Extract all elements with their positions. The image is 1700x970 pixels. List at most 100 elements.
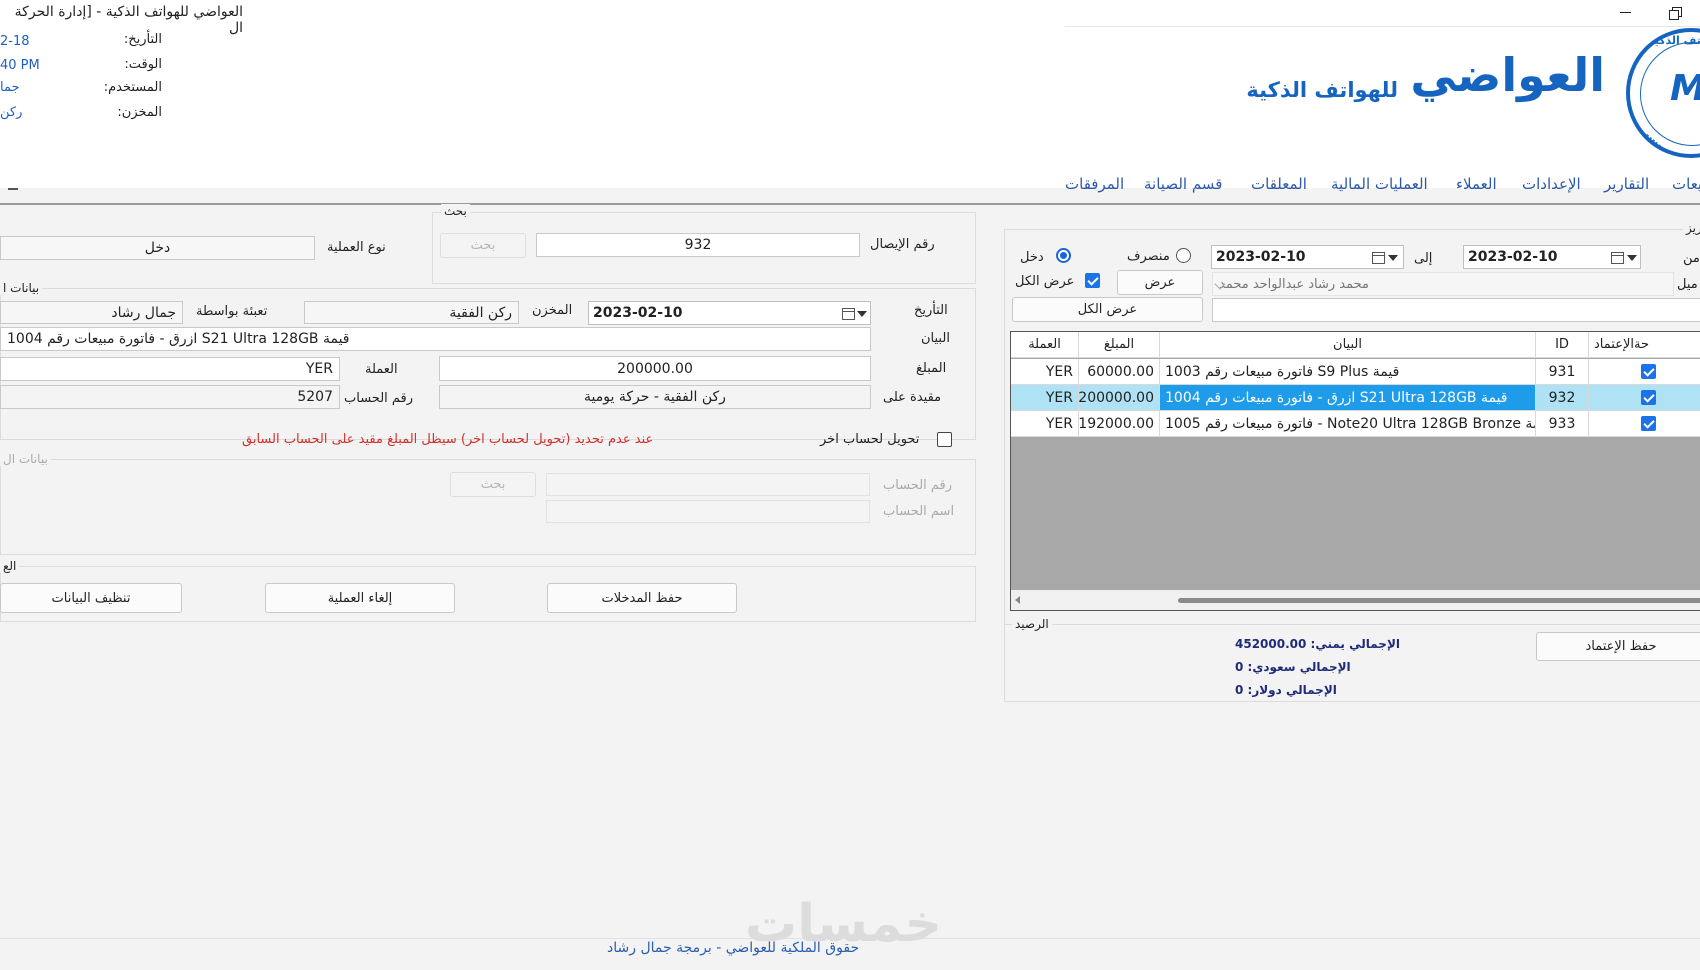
income-label: دخل: [1020, 250, 1044, 265]
ops-caption: الع: [0, 559, 20, 573]
chevron-down-icon: [1627, 255, 1637, 261]
store-label: المخزن: [532, 303, 573, 318]
id-cell[interactable]: 933: [1536, 411, 1589, 437]
id-cell[interactable]: 931: [1536, 359, 1589, 385]
header-amount[interactable]: المبلغ: [1079, 332, 1160, 358]
credited-to-label: مقيدة على: [883, 390, 942, 405]
info-store-value: ركن: [0, 105, 23, 120]
brand-name: العواضي: [1410, 48, 1605, 102]
menu-item-attachments[interactable]: المرفقات: [1065, 175, 1124, 193]
menu-item-reports[interactable]: التقارير: [1604, 175, 1649, 193]
logo-center: M: [1670, 68, 1700, 109]
account-no-field[interactable]: 5207: [0, 385, 340, 409]
data-caption: بيانات ا: [0, 281, 43, 295]
header-id[interactable]: ID: [1536, 332, 1589, 358]
search-button[interactable]: بحث: [440, 233, 526, 258]
search-field[interactable]: [1212, 298, 1700, 322]
save-approval-button[interactable]: حفظ الإعتماد: [1536, 632, 1700, 661]
filled-by-field[interactable]: جمال رشاد: [0, 301, 183, 324]
customer-field[interactable]: محمد رشاد عبدالواحد محمد: [1212, 272, 1674, 296]
calendar-icon: [842, 308, 855, 320]
other-account-name-field[interactable]: [546, 500, 870, 523]
show-all-button[interactable]: عرض الكل: [1012, 297, 1203, 322]
amount-cell[interactable]: 192000.00: [1079, 411, 1160, 437]
customer-label: ميل: [1677, 277, 1698, 292]
header-approve[interactable]: حةالإعتماد: [1589, 332, 1700, 358]
menu-item-settings[interactable]: الإعدادات: [1522, 175, 1581, 193]
show-button[interactable]: عرض: [1117, 270, 1203, 295]
from-date-picker[interactable]: 2023-02-10: [1463, 245, 1641, 269]
info-date-label: التأريخ:: [123, 32, 162, 47]
id-cell[interactable]: 932: [1536, 385, 1589, 411]
statement-cell[interactable]: قيمة Note20 Ultra 128GB Bronze - فاتورة …: [1160, 411, 1536, 437]
transfer-label: تحويل لحساب اخر: [820, 432, 920, 447]
show-all-checkbox[interactable]: [1085, 273, 1100, 288]
account-no-label: رقم الحساب: [344, 391, 414, 406]
restore-icon[interactable]: [1666, 4, 1686, 22]
amount-cell[interactable]: 200000.00: [1079, 385, 1160, 411]
date-value: 2023-02-10: [593, 305, 683, 321]
date-label: التأريخ: [914, 303, 948, 318]
info-date-value: 2-18: [0, 34, 30, 49]
info-time-label: الوقت:: [124, 57, 162, 72]
transfer-checkbox[interactable]: [937, 432, 952, 447]
chevron-down-icon: [1388, 255, 1398, 261]
approve-checkbox[interactable]: [1641, 416, 1656, 431]
clear-button[interactable]: تنظيف البيانات: [0, 583, 182, 613]
currency-cell[interactable]: YER: [1011, 411, 1079, 437]
expense-radio[interactable]: [1176, 248, 1191, 263]
statement-cell[interactable]: قيمة S9 Plus فاتورة مبيعات رقم 1003: [1160, 359, 1536, 385]
other-search-button[interactable]: بحث: [450, 472, 536, 497]
approve-cell[interactable]: [1589, 411, 1700, 437]
header-currency[interactable]: العملة: [1011, 332, 1079, 358]
receipt-input[interactable]: 932: [536, 233, 860, 257]
credited-to-field[interactable]: ركن الفقية - حركة يومية: [439, 385, 871, 409]
header-statement[interactable]: البيان: [1160, 332, 1536, 358]
currency-cell[interactable]: YER: [1011, 385, 1079, 411]
approve-cell[interactable]: [1589, 385, 1700, 411]
op-type-field[interactable]: دخل: [0, 236, 315, 260]
search-caption: بحث: [441, 204, 470, 218]
from-date-value: 2023-02-10: [1468, 249, 1558, 265]
footer-copyright[interactable]: حقوق الملكية للعواضي - برمجة جمال رشاد: [607, 940, 859, 956]
approve-checkbox[interactable]: [1641, 364, 1656, 379]
approve-checkbox[interactable]: [1641, 390, 1656, 405]
scrollbar-thumb[interactable]: [1178, 598, 1700, 603]
scroll-left-icon[interactable]: [1015, 596, 1020, 604]
horizontal-scrollbar[interactable]: [1011, 590, 1700, 610]
menu-item-sales[interactable]: يعات: [1672, 175, 1700, 193]
customer-value: محمد رشاد عبدالواحد محمد: [1219, 276, 1369, 292]
income-radio[interactable]: [1056, 248, 1071, 263]
op-type-label: نوع العملية: [327, 240, 386, 255]
to-date-picker[interactable]: 2023-02-10: [1211, 245, 1404, 269]
approve-cell[interactable]: [1589, 359, 1700, 385]
menu-item-financial[interactable]: العمليات المالية: [1331, 175, 1428, 193]
statement-cell[interactable]: قيمة S21 Ultra 128GB ازرق - فاتورة مبيعا…: [1160, 385, 1536, 411]
amount-cell[interactable]: 60000.00: [1079, 359, 1160, 385]
menu-item-maintenance[interactable]: قسم الصيانة: [1144, 175, 1222, 193]
logo-ring-top: الهواتف الذكية: [1648, 34, 1700, 47]
to-date-value: 2023-02-10: [1216, 249, 1306, 265]
menu-item-pending[interactable]: المعلقات: [1251, 175, 1307, 193]
menu-separator: [0, 203, 1700, 205]
date-picker[interactable]: 2023-02-10: [588, 301, 871, 325]
store-field[interactable]: ركن الفقية: [304, 301, 519, 324]
save-button[interactable]: حفظ المدخلات: [547, 583, 737, 613]
header-separator: [1065, 26, 1700, 27]
other-account-name-label: اسم الحساب: [883, 504, 955, 519]
calendar-icon: [1611, 252, 1624, 264]
statement-label: البيان: [921, 331, 950, 346]
amount-label: المبلغ: [916, 361, 947, 376]
menu-item-customers[interactable]: العملاء: [1456, 175, 1497, 193]
menu-collapse-icon[interactable]: [8, 188, 18, 190]
other-account-no-field[interactable]: [546, 473, 870, 496]
other-caption: بيانات ال: [0, 452, 51, 466]
calendar-icon: [1372, 252, 1385, 264]
warning-text: عند عدم تحديد (تحويل لحساب اخر) سيظل الم…: [242, 432, 654, 447]
currency-field[interactable]: YER: [0, 357, 340, 381]
minimize-icon[interactable]: [1616, 5, 1636, 21]
currency-cell[interactable]: YER: [1011, 359, 1079, 385]
statement-field[interactable]: قيمة S21 Ultra 128GB ازرق - فاتورة مبيعا…: [0, 327, 871, 351]
amount-field[interactable]: 200000.00: [439, 356, 871, 381]
cancel-button[interactable]: إلغاء العملية: [265, 583, 455, 613]
